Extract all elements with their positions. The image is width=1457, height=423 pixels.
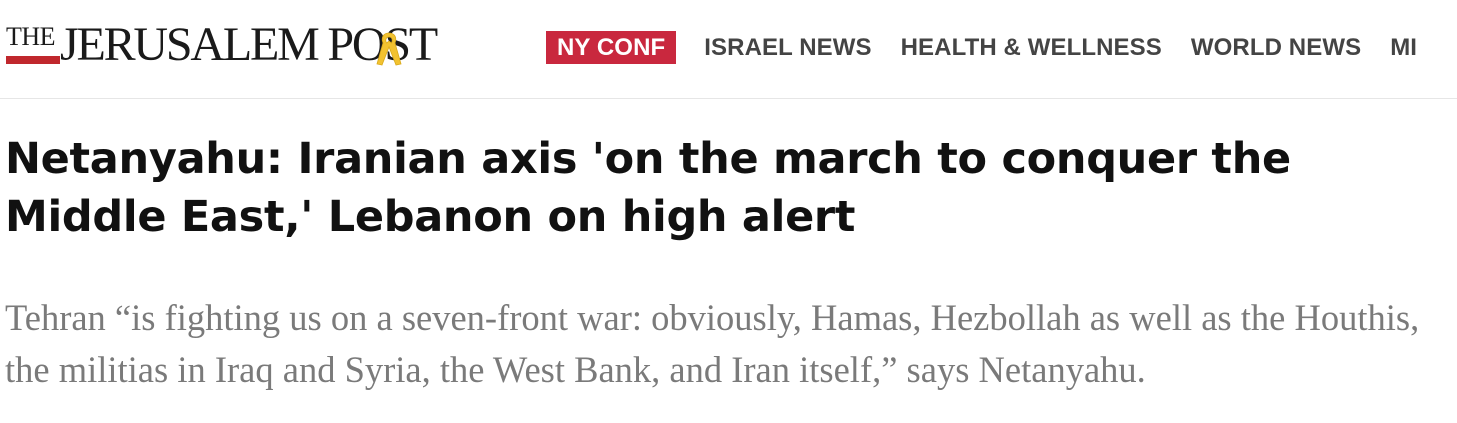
nav-item-health-wellness[interactable]: HEALTH & WELLNESS bbox=[901, 31, 1162, 64]
logo-the-block: THE bbox=[6, 24, 60, 64]
nav-item-truncated[interactable]: MI bbox=[1390, 31, 1417, 64]
article-subheadline: Tehran “is fighting us on a seven-front … bbox=[5, 297, 1420, 390]
nav-item-world-news[interactable]: WORLD NEWS bbox=[1191, 31, 1361, 64]
site-header: THE JERUSALEM POST NY CONF ISRAEL NEWS H… bbox=[0, 0, 1457, 99]
article-headline: Netanyahu: Iranian axis 'on the march to… bbox=[5, 134, 1291, 242]
logo-the-text: THE bbox=[6, 22, 56, 51]
yellow-ribbon-icon bbox=[376, 32, 402, 66]
logo-red-bar bbox=[6, 56, 60, 64]
nav-item-israel-news[interactable]: ISRAEL NEWS bbox=[704, 31, 871, 64]
main-nav: NY CONF ISRAEL NEWS HEALTH & WELLNESS WO… bbox=[546, 31, 1446, 64]
page: THE JERUSALEM POST NY CONF ISRAEL NEWS H… bbox=[0, 0, 1457, 423]
site-logo[interactable]: THE JERUSALEM POST bbox=[6, 18, 438, 76]
nav-item-ny-conf[interactable]: NY CONF bbox=[546, 31, 677, 64]
